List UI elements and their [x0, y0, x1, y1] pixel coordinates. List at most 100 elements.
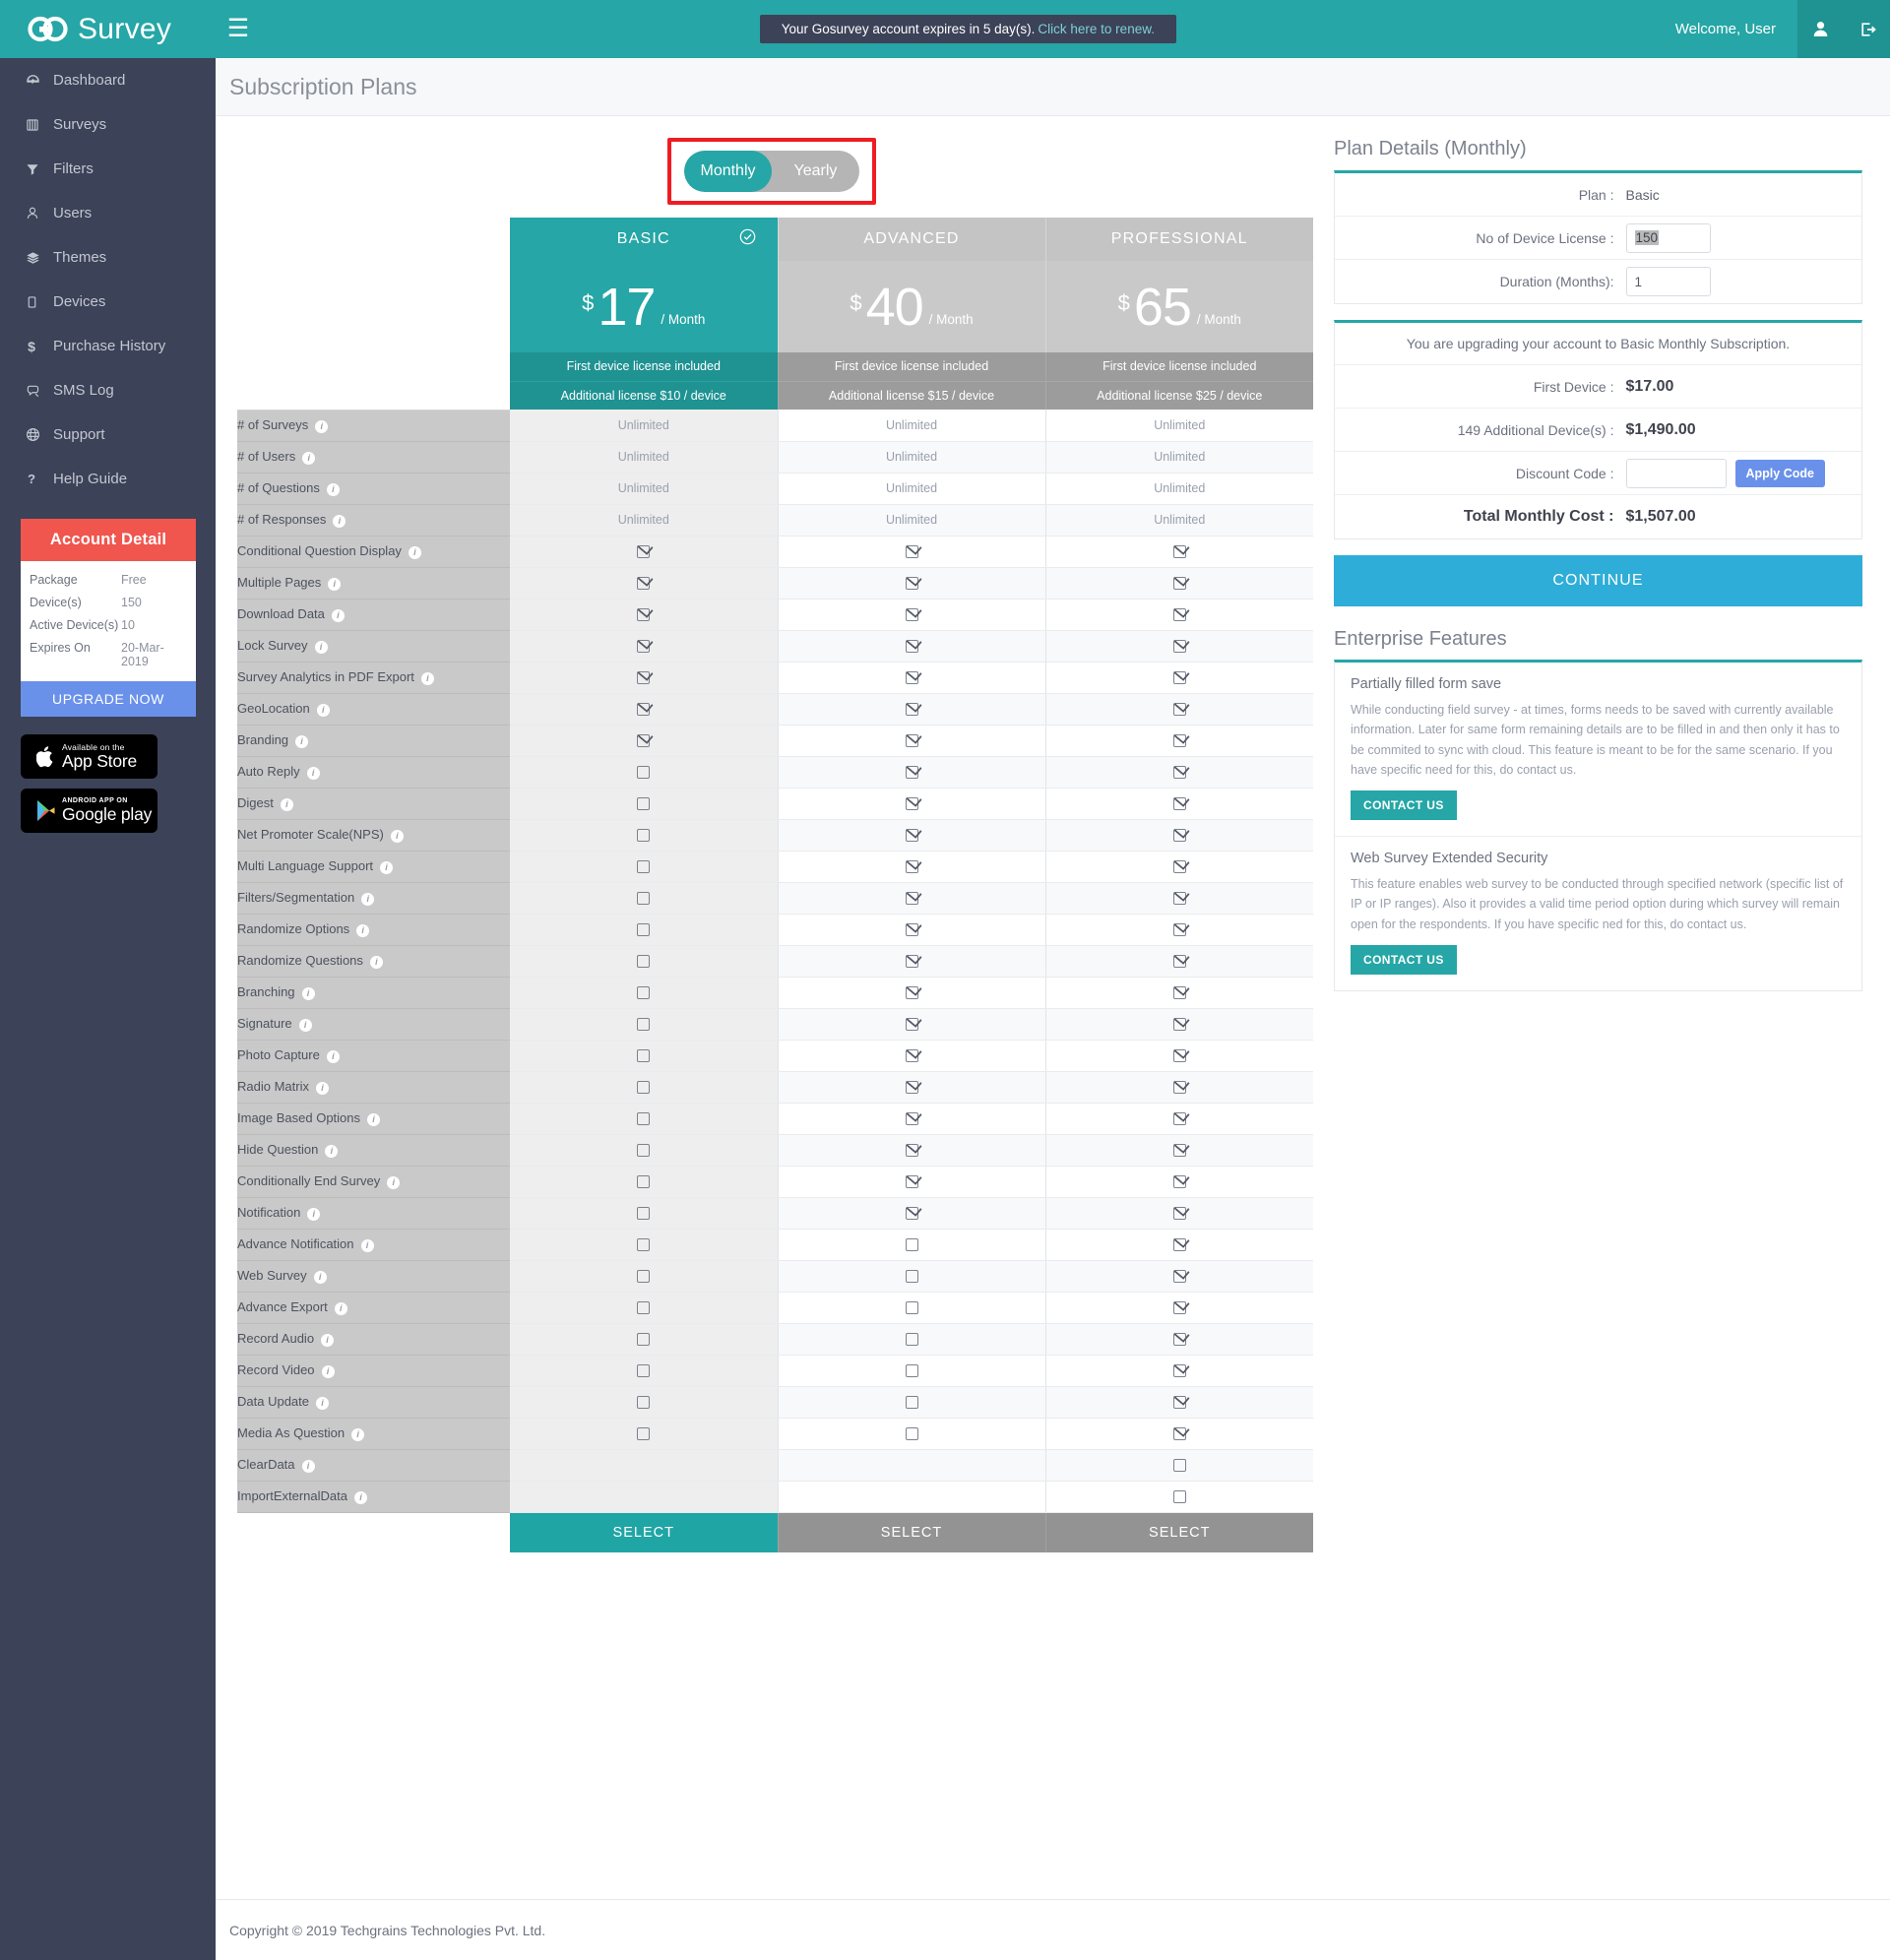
contact-us-button[interactable]: CONTACT US	[1351, 790, 1457, 820]
info-icon[interactable]: i	[325, 1144, 339, 1158]
discount-controls: Apply Code	[1625, 458, 1825, 488]
plan-details-box: Plan : Basic No of Device License : 150 …	[1334, 170, 1862, 304]
brand-logo[interactable]: Survey	[0, 0, 216, 58]
info-icon[interactable]: i	[331, 608, 345, 622]
info-icon[interactable]: i	[334, 1301, 347, 1315]
duration-input[interactable]	[1625, 267, 1711, 296]
sidebar-item-filters[interactable]: Filters	[0, 147, 216, 191]
checkbox-checked-icon	[1172, 1301, 1186, 1315]
sidebar-item-surveys[interactable]: Surveys	[0, 102, 216, 147]
select-plan-button-advanced[interactable]: SELECT	[777, 1512, 1045, 1552]
feature-label-cell: Multi Language Support i	[237, 850, 510, 883]
sidebar-item-help-guide[interactable]: ? Help Guide	[0, 457, 216, 501]
sidebar-item-users[interactable]: Users	[0, 191, 216, 235]
info-icon[interactable]: i	[354, 1490, 367, 1504]
feature-value-cell	[510, 1134, 779, 1167]
user-icon[interactable]	[1797, 0, 1844, 58]
renew-link[interactable]: Click here to renew.	[1038, 22, 1155, 36]
apply-code-button[interactable]: Apply Code	[1734, 459, 1825, 487]
info-icon[interactable]: i	[361, 892, 375, 906]
info-icon[interactable]: i	[307, 1207, 321, 1221]
sidebar-item-label: Filters	[53, 160, 94, 177]
feature-row: Net Promoter Scale(NPS) i	[237, 818, 1313, 852]
checkbox-checked-icon	[1172, 923, 1186, 937]
sidebar-item-themes[interactable]: Themes	[0, 235, 216, 280]
billing-toggle[interactable]: Monthly Yearly	[684, 151, 859, 192]
app-store-small: Available on the	[62, 741, 125, 752]
plan-name: PROFESSIONAL	[1110, 230, 1248, 247]
upgrade-now-button[interactable]: UPGRADE NOW	[21, 681, 196, 717]
discount-label: Discount Code :	[1515, 465, 1614, 481]
info-icon[interactable]: i	[326, 482, 340, 496]
plan-price-professional: $65/ Month	[1044, 261, 1313, 352]
info-icon[interactable]: i	[326, 1049, 340, 1063]
checkbox-checked-icon	[1172, 608, 1186, 622]
plan-header-basic[interactable]: BASIC	[510, 218, 778, 261]
feature-row: # of Questions i Unlimited Unlimited Unlimit…	[237, 472, 1313, 505]
info-icon[interactable]: i	[314, 640, 328, 654]
info-icon[interactable]: i	[360, 1238, 374, 1252]
info-icon[interactable]: i	[408, 545, 421, 559]
info-icon[interactable]: i	[321, 1333, 335, 1347]
feature-value-cell: Unlimited	[510, 473, 779, 505]
select-plan-button-basic[interactable]: SELECT	[510, 1512, 778, 1552]
continue-button[interactable]: CONTINUE	[1334, 555, 1862, 606]
info-icon[interactable]: i	[302, 451, 316, 465]
info-icon[interactable]: i	[356, 923, 370, 937]
info-icon[interactable]: i	[298, 1018, 312, 1032]
info-icon[interactable]: i	[316, 1396, 329, 1410]
select-plan-button-professional[interactable]: SELECT	[1044, 1512, 1313, 1552]
feature-row: Advance Notification i	[237, 1228, 1313, 1261]
billing-toggle-yearly[interactable]: Yearly	[772, 151, 859, 192]
info-icon[interactable]: i	[380, 860, 394, 874]
google-play-badge[interactable]: ANDROID APP ON Google play	[21, 789, 158, 833]
duration-row: Duration (Months):	[1335, 260, 1861, 303]
info-icon[interactable]: i	[280, 797, 293, 811]
info-icon[interactable]: i	[333, 514, 346, 528]
checkbox-checked-icon	[905, 986, 918, 1000]
plan-header-advanced[interactable]: ADVANCED	[777, 218, 1045, 261]
info-icon[interactable]: i	[369, 955, 383, 969]
info-icon[interactable]: i	[301, 986, 315, 1000]
info-icon[interactable]: i	[420, 671, 434, 685]
enterprise-feature-body: This feature enables web survey to be co…	[1351, 877, 1844, 931]
enterprise-feature-heading: Partially filled form save	[1351, 676, 1502, 692]
checkbox-unchecked-icon	[637, 1270, 651, 1284]
info-icon[interactable]: i	[387, 1175, 401, 1189]
users-icon	[26, 206, 53, 221]
sidebar-item-label: Support	[53, 426, 105, 443]
sidebar-item-devices[interactable]: Devices	[0, 280, 216, 324]
info-icon[interactable]: i	[306, 766, 320, 780]
billing-toggle-monthly[interactable]: Monthly	[684, 151, 772, 192]
logout-icon[interactable]	[1844, 0, 1890, 58]
info-icon[interactable]: i	[321, 1364, 335, 1378]
info-icon[interactable]: i	[328, 577, 342, 591]
info-icon[interactable]: i	[295, 734, 309, 748]
plan-header-professional[interactable]: PROFESSIONAL	[1044, 218, 1313, 261]
info-icon[interactable]: i	[313, 1270, 327, 1284]
app-store-badge[interactable]: Available on the App Store	[21, 734, 158, 779]
checkbox-checked-icon	[637, 545, 651, 559]
info-icon[interactable]: i	[301, 1459, 315, 1473]
checkbox-checked-icon	[637, 734, 651, 748]
price-amount: 17	[598, 277, 656, 337]
app-store-text: Available on the App Store	[62, 741, 137, 771]
hamburger-icon[interactable]: ☰	[216, 0, 261, 58]
sidebar-item-purchase-history[interactable]: $ Purchase History	[0, 324, 216, 368]
sidebar-item-dashboard[interactable]: Dashboard	[0, 58, 216, 102]
device-license-input[interactable]: 150	[1625, 222, 1711, 253]
feature-value-cell	[1045, 1103, 1313, 1135]
expiry-notice-text: Your Gosurvey account expires in 5 day(s…	[781, 22, 1036, 36]
info-icon[interactable]: i	[316, 703, 330, 717]
info-icon[interactable]: i	[367, 1112, 381, 1126]
feature-value-cell	[778, 1040, 1046, 1072]
sidebar-item-support[interactable]: Support	[0, 412, 216, 457]
sidebar-item-sms-log[interactable]: SMS Log	[0, 368, 216, 412]
info-icon[interactable]: i	[315, 419, 329, 433]
enterprise-features-title: Enterprise Features	[1334, 628, 1507, 650]
info-icon[interactable]: i	[351, 1427, 365, 1441]
contact-us-button[interactable]: CONTACT US	[1351, 944, 1457, 975]
discount-code-input[interactable]	[1625, 458, 1727, 488]
info-icon[interactable]: i	[315, 1081, 329, 1095]
info-icon[interactable]: i	[390, 829, 404, 843]
